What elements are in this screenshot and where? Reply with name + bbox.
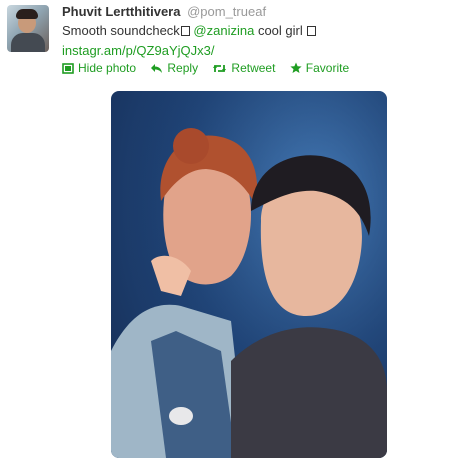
- retweet-label: Retweet: [231, 61, 276, 75]
- emoji-placeholder-icon: [180, 26, 190, 36]
- reply-button[interactable]: Reply: [150, 60, 198, 76]
- tweet-photo[interactable]: [111, 91, 387, 458]
- tweet-text-after: cool girl: [254, 23, 307, 38]
- avatar-body: [11, 33, 45, 52]
- tweet-header: Phuvit Lertthitivera @pom_trueaf: [62, 3, 266, 20]
- avatar[interactable]: [7, 5, 49, 52]
- reply-arrow-icon: [151, 64, 163, 73]
- favorite-label: Favorite: [305, 61, 350, 75]
- favorite-button[interactable]: Favorite: [290, 60, 349, 76]
- favorite-star-icon: [290, 62, 302, 73]
- photo-icon: [62, 63, 74, 74]
- hide-photo-button[interactable]: Hide photo: [62, 60, 136, 76]
- tweet-text: Smooth soundcheck @zanizina cool girl in…: [62, 21, 457, 61]
- author-fullname[interactable]: Phuvit Lertthitivera: [62, 4, 180, 19]
- retweet-button[interactable]: Retweet: [212, 60, 275, 76]
- retweet-icon: [213, 65, 227, 72]
- hide-photo-label: Hide photo: [78, 61, 137, 75]
- author-username[interactable]: @pom_trueaf: [187, 4, 266, 19]
- mention-link[interactable]: @zanizina: [193, 23, 254, 38]
- tweet: Phuvit Lertthitivera @pom_trueaf Smooth …: [0, 0, 463, 468]
- reply-label: Reply: [167, 61, 199, 75]
- emoji-placeholder-icon: [307, 26, 317, 36]
- avatar-hair: [16, 9, 38, 19]
- instagram-link[interactable]: instagr.am/p/QZ9aYjQJx3/: [62, 43, 214, 58]
- photo-illustration: [111, 91, 387, 458]
- tweet-actions: Hide photo Reply Retweet Favorite: [62, 60, 360, 76]
- tweet-text-before: Smooth soundcheck: [62, 23, 180, 38]
